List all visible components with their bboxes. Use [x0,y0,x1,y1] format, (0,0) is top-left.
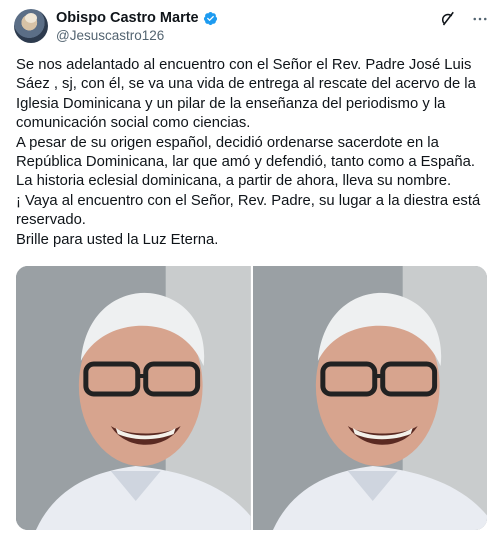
verified-badge-icon [203,11,218,26]
tweet-paragraph: Se nos adelantado al encuentro con el Se… [16,57,476,132]
tweet-text: Se nos adelantado al encuentro con el Se… [16,56,492,250]
tweet-photo-2[interactable] [252,266,487,530]
tweet-paragraph: A pesar de su origen español, decidió or… [16,134,475,190]
tweet-paragraph: Brille para usted la Luz Eterna. [16,231,219,248]
tweet-top-actions [439,10,489,28]
more-icon[interactable] [471,10,489,28]
tweet-media-grid [16,266,487,530]
author-display-name[interactable]: Obispo Castro Marte [56,10,199,26]
tweet-paragraph: ¡ Vaya al encuentro con el Señor, Rev. P… [16,192,481,229]
author-name-row: Obispo Castro Marte [56,9,218,27]
tweet-card: Obispo Castro Marte @Jesuscastro126 Se n… [0,0,499,543]
tweet-photo-1[interactable] [16,266,251,530]
grok-icon[interactable] [439,10,457,28]
avatar[interactable] [14,9,48,43]
author-handle[interactable]: @Jesuscastro126 [56,28,164,43]
